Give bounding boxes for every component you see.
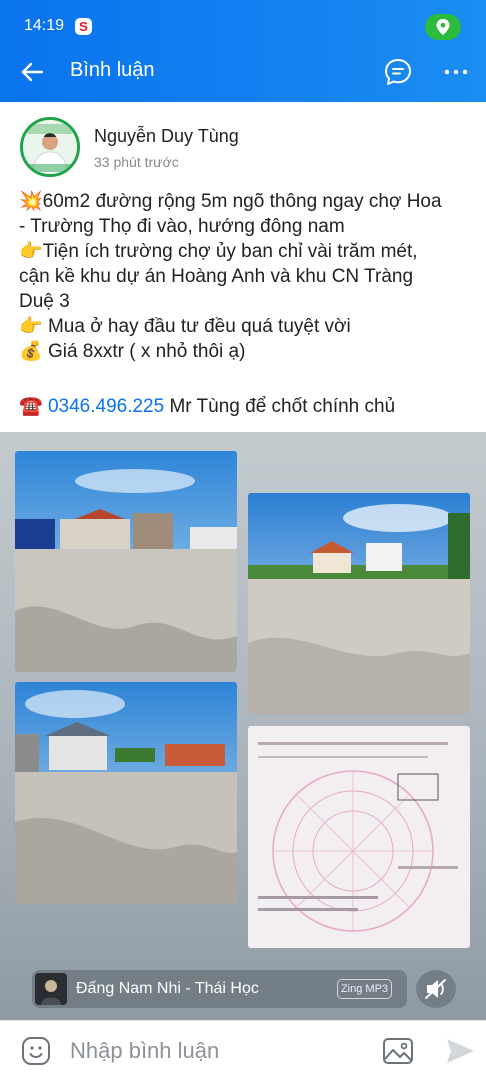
chat-button[interactable] xyxy=(383,57,413,87)
explosion-emoji: 💥 xyxy=(19,191,43,212)
more-button[interactable] xyxy=(441,58,471,86)
photo-image xyxy=(15,451,237,672)
music-player-bar[interactable]: Đấng Nam Nhi - Thái Học Zing MP3 xyxy=(32,970,407,1008)
post-line: 💰 Giá 8xxtr ( x nhỏ thôi ạ) xyxy=(19,341,246,362)
emoji-button[interactable] xyxy=(20,1035,52,1067)
photo-gallery: Đấng Nam Nhi - Thái Học Zing MP3 xyxy=(0,432,486,1020)
speaker-muted-icon xyxy=(425,979,446,999)
nav-row: Bình luận xyxy=(0,46,486,98)
zing-mp3-badge: Zing MP3 xyxy=(337,979,392,999)
post-line: Duệ 3 xyxy=(19,291,70,312)
music-note-icon xyxy=(35,973,67,1005)
arrow-left-icon xyxy=(21,62,44,82)
phone-link[interactable]: 0346.496.225 xyxy=(48,396,164,417)
location-pin-icon xyxy=(436,19,450,35)
photo-image xyxy=(248,493,470,714)
mute-button[interactable] xyxy=(416,970,456,1008)
avatar-person-icon xyxy=(23,120,77,174)
pointing-hand-emoji: 👉 xyxy=(19,316,43,337)
status-bar: 14:19 S xyxy=(0,0,486,42)
phone-suffix: Mr Tùng để chốt chính chủ xyxy=(164,396,396,417)
page-title: Bình luận xyxy=(70,59,155,81)
comment-input[interactable] xyxy=(70,1033,360,1069)
emoji-icon xyxy=(22,1037,50,1065)
land-photo-3[interactable] xyxy=(15,682,237,904)
back-button[interactable] xyxy=(18,58,48,86)
post-line: 👉 Mua ở hay đầu tư đều quá tuyệt vời xyxy=(19,316,351,337)
post-line: 👉Tiện ích trường chợ ủy ban chỉ vài trăm… xyxy=(19,241,418,262)
pointing-hand-emoji: 👉 xyxy=(19,241,43,262)
chat-bubble-icon xyxy=(385,59,411,85)
money-bag-emoji: 💰 xyxy=(19,341,43,362)
post-line: cận kề khu dự án Hoàng Anh và khu CN Trà… xyxy=(19,266,414,287)
land-photo-2[interactable] xyxy=(248,493,470,714)
post-timestamp: 33 phút trước xyxy=(94,154,179,170)
author-name[interactable]: Nguyễn Duy Tùng xyxy=(94,126,239,147)
land-photo-1[interactable] xyxy=(15,451,237,672)
image-icon xyxy=(383,1038,413,1064)
song-title: Đấng Nam Nhi - Thái Học xyxy=(76,980,259,997)
post-card: Nguyễn Duy Tùng 33 phút trước 💥60m2 đườn… xyxy=(0,102,486,432)
album-art xyxy=(35,973,67,1005)
comment-composer xyxy=(0,1020,486,1080)
app-header: 14:19 S Bình luận xyxy=(0,0,486,102)
more-dots-icon xyxy=(444,69,468,75)
location-indicator xyxy=(425,14,461,40)
send-button[interactable] xyxy=(444,1035,476,1067)
image-button[interactable] xyxy=(381,1035,415,1067)
photo-image xyxy=(15,682,237,904)
send-icon xyxy=(447,1039,474,1063)
app-notification-icon: S xyxy=(75,18,92,35)
land-certificate-photo[interactable] xyxy=(248,726,470,948)
post-line: 💥60m2 đường rộng 5m ngõ thông ngay chợ H… xyxy=(19,191,442,212)
telephone-emoji: ☎️ xyxy=(19,396,43,417)
post-content: 💥60m2 đường rộng 5m ngõ thông ngay chợ H… xyxy=(19,189,474,364)
author-avatar[interactable] xyxy=(20,117,80,177)
photo-image xyxy=(248,726,470,948)
phone-line: ☎️ 0346.496.225 Mr Tùng để chốt chính ch… xyxy=(19,394,395,418)
post-line: - Trường Thọ đi vào, hướng đông nam xyxy=(19,216,345,237)
status-time: 14:19 xyxy=(24,17,65,34)
